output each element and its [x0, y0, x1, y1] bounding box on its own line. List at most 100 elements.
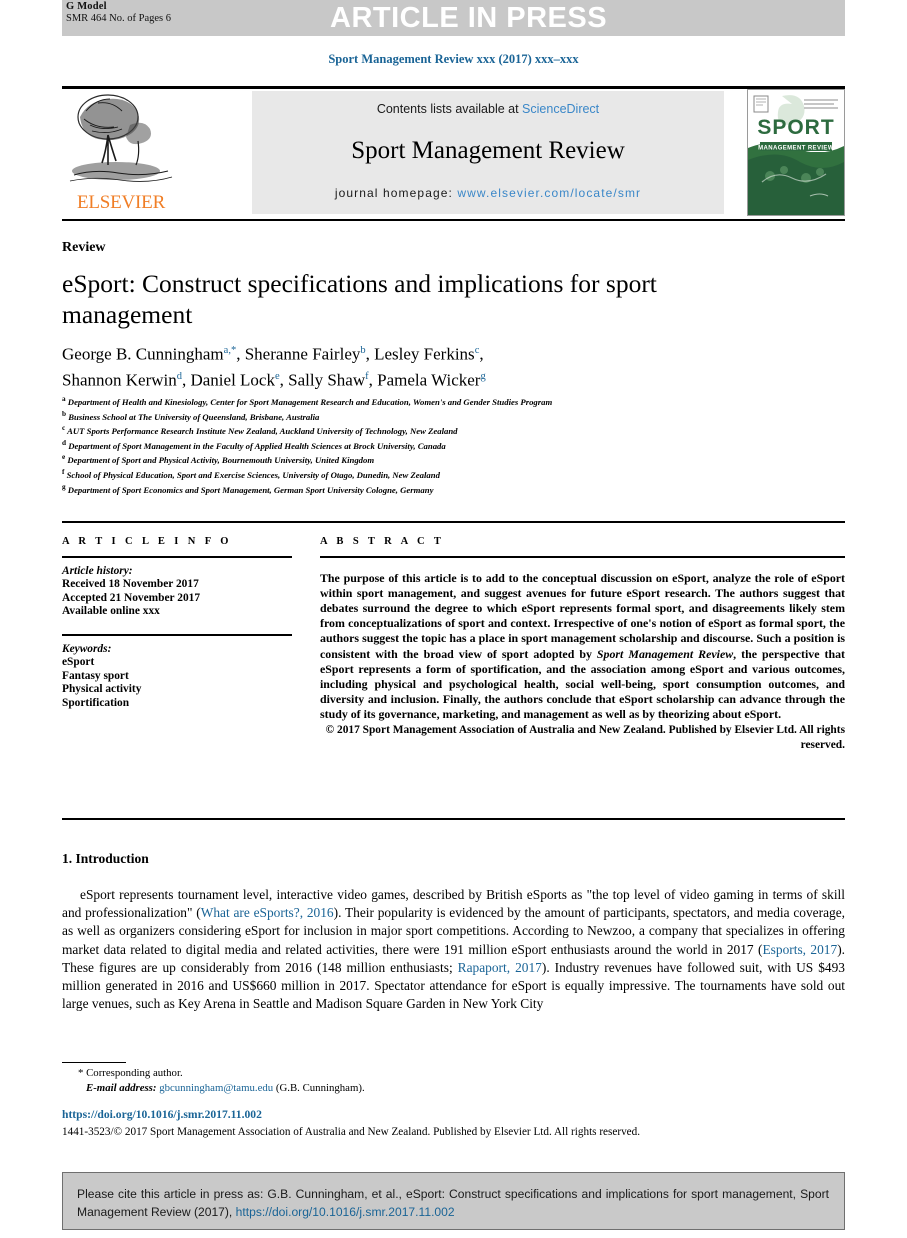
affiliation-item: a Department of Health and Kinesiology, …: [62, 394, 822, 409]
cite-this-article-text: Please cite this article in press as: G.…: [77, 1185, 829, 1221]
sciencedirect-link[interactable]: ScienceDirect: [522, 102, 599, 116]
abstract-journal-name: Sport Management Review: [596, 646, 734, 661]
author-mark: c: [474, 345, 480, 356]
author-name: Sheranne Fairley: [244, 344, 361, 364]
corresponding-author-note: * Corresponding author.: [78, 1067, 183, 1079]
email-note: E-mail address: gbcunningham@tamu.edu (G…: [68, 1081, 568, 1096]
author-name: Shannon Kerwin: [62, 370, 177, 390]
keyword-item: eSport: [62, 656, 95, 669]
elsevier-tree-icon: [69, 94, 173, 182]
g-model-block: G Model SMR 464 No. of Pages 6: [66, 1, 171, 25]
author-mark: d: [176, 370, 182, 382]
affiliation-mark: b: [62, 409, 67, 418]
article-info-rule: [62, 556, 292, 558]
history-accepted: Accepted 21 November 2017: [62, 591, 201, 604]
contents-lists-line: Contents lists available at ScienceDirec…: [252, 102, 724, 116]
journal-homepage-line: journal homepage: www.elsevier.com/locat…: [252, 186, 724, 200]
masthead-panel: Contents lists available at ScienceDirec…: [252, 91, 724, 214]
affiliation-mark: e: [62, 453, 66, 462]
keyword-item: Physical activity: [62, 683, 142, 696]
homepage-label: journal homepage:: [334, 186, 458, 200]
affiliation-text: Business School at The University of Que…: [68, 411, 320, 422]
keyword-item: Sportification: [62, 696, 130, 709]
journal-cover-thumbnail: SPORT MANAGEMENT REVIEW: [747, 89, 845, 216]
email-owner: (G.B. Cunningham).: [275, 1081, 365, 1094]
citation-link[interactable]: What are eSports?, 2016: [201, 905, 334, 920]
affiliation-item: c AUT Sports Performance Research Instit…: [62, 423, 822, 438]
article-info-column: A R T I C L E I N F O Article history: R…: [62, 536, 292, 711]
author-name: George B. Cunningham: [62, 344, 224, 364]
svg-text:SPORT: SPORT: [757, 116, 834, 139]
author-mark: f: [365, 370, 369, 382]
info-section-top-rule: [62, 521, 845, 523]
footnote-separator-rule: [62, 1062, 126, 1064]
author-list: George B. Cunninghama,*, Sheranne Fairle…: [62, 344, 486, 390]
author-mark: b: [360, 345, 366, 356]
affiliation-text: Department of Sport Economics and Sport …: [67, 484, 434, 495]
masthead-bottom-rule: [62, 219, 845, 221]
g-model-label: G Model: [66, 1, 107, 12]
affiliation-mark: g: [62, 482, 66, 491]
abstract-heading: A B S T R A C T: [320, 536, 445, 547]
affiliation-text: Department of Sport Management in the Fa…: [68, 440, 446, 451]
abstract-copyright: © 2017 Sport Management Association of A…: [325, 723, 845, 751]
author-name: Sally Shaw: [288, 370, 366, 390]
affiliation-item: g Department of Sport Economics and Spor…: [62, 482, 822, 497]
affiliation-mark: c: [62, 424, 66, 433]
contents-prefix: Contents lists available at: [376, 102, 523, 116]
affiliation-text: School of Physical Education, Sport and …: [66, 469, 440, 480]
affiliation-mark: a: [62, 395, 66, 403]
keyword-item: Fantasy sport: [62, 669, 129, 682]
author-name: Pamela Wicker: [377, 370, 481, 390]
article-history-block: Article history: Received 18 November 20…: [62, 565, 292, 619]
article-in-press-text: ARTICLE IN PRESS: [330, 2, 608, 34]
journal-masthead: ELSEVIER Contents lists available at Sci…: [62, 89, 845, 216]
introduction-paragraph: eSport represents tournament level, inte…: [62, 886, 845, 1013]
abstract-column: A B S T R A C T The purpose of this arti…: [320, 536, 845, 753]
elsevier-wordmark: ELSEVIER: [76, 192, 166, 213]
author-name: Lesley Ferkins: [374, 344, 475, 364]
page-title: eSport: Construct specifications and imp…: [62, 269, 657, 329]
author-name: Daniel Lock: [190, 370, 275, 390]
article-type-label: Review: [62, 240, 106, 255]
keywords-label: Keywords:: [62, 642, 112, 655]
author-mark: a,*: [223, 345, 237, 356]
author-mark: e: [274, 370, 280, 382]
email-label: E-mail address:: [86, 1081, 157, 1094]
affiliation-text: Department of Sport and Physical Activit…: [67, 455, 375, 466]
doi-link[interactable]: https://doi.org/10.1016/j.smr.2017.11.00…: [62, 1108, 262, 1121]
email-link[interactable]: gbcunningham@tamu.edu: [159, 1082, 273, 1094]
model-id-label: SMR 464 No. of Pages 6: [66, 13, 172, 24]
citation-link[interactable]: Rapaport, 2017: [458, 960, 542, 975]
footnote-block: * Corresponding author. E-mail address: …: [68, 1066, 568, 1095]
citation-link[interactable]: Esports, 2017: [762, 942, 837, 957]
journal-title: Sport Management Review: [351, 137, 625, 164]
issn-copyright-line: 1441-3523/© 2017 Sport Management Associ…: [62, 1126, 641, 1138]
affiliation-item: f School of Physical Education, Sport an…: [62, 467, 822, 482]
article-info-heading: A R T I C L E I N F O: [62, 536, 232, 547]
homepage-url-link[interactable]: www.elsevier.com/locate/smr: [457, 186, 641, 200]
affiliation-text: Department of Health and Kinesiology, Ce…: [67, 396, 553, 407]
elsevier-logo: ELSEVIER: [62, 89, 180, 216]
affiliation-item: b Business School at The University of Q…: [62, 409, 822, 424]
abstract-text: The purpose of this article is to add to…: [320, 571, 845, 723]
keywords-block: Keywords: eSport Fantasy sport Physical …: [62, 643, 292, 711]
author-mark: g: [480, 370, 486, 382]
affiliation-mark: f: [62, 467, 65, 476]
affiliation-item: e Department of Sport and Physical Activ…: [62, 452, 822, 467]
affiliation-mark: d: [62, 438, 67, 447]
article-history-label: Article history:: [62, 564, 133, 577]
svg-text:MANAGEMENT REVIEW: MANAGEMENT REVIEW: [758, 146, 834, 152]
journal-cover-art: SPORT MANAGEMENT REVIEW: [748, 90, 844, 215]
abstract-rule: [320, 556, 845, 558]
cite-doi-link[interactable]: https://doi.org/10.1016/j.smr.2017.11.00…: [236, 1205, 455, 1219]
affiliation-list: a Department of Health and Kinesiology, …: [62, 394, 822, 496]
keywords-rule: [62, 633, 292, 636]
section-heading-introduction: 1. Introduction: [62, 851, 149, 866]
cite-this-article-box: Please cite this article in press as: G.…: [62, 1172, 845, 1230]
paper-page: G Model SMR 464 No. of Pages 6 ARTICLE I…: [0, 0, 907, 1238]
history-received: Received 18 November 2017: [62, 578, 199, 591]
info-section-bottom-rule: [62, 818, 845, 820]
journal-reference-line: Sport Management Review xxx (2017) xxx–x…: [328, 52, 579, 66]
history-available-online: Available online xxx: [62, 605, 160, 618]
